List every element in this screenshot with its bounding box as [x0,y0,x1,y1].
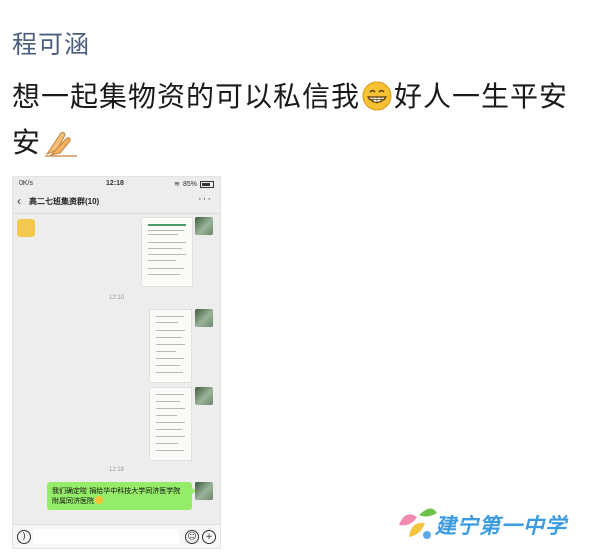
chat-title-bar: ‹ 高二七班集资群(10) ··· [13,191,220,214]
voice-icon[interactable]: ) [17,530,31,544]
watermark-text: 建宁第一中学 [435,514,567,538]
text-message-bubble[interactable]: 我们确定啦 捐给华中科技大学同济医学院附属同济医院 [47,482,196,510]
message-text: 我们确定啦 捐给华中科技大学同济医学院附属同济医院 [52,487,181,505]
grinning-face-icon [95,496,103,504]
more-options-icon[interactable]: ··· [198,193,212,205]
chat-title: 高二七班集资群(10) [29,197,100,206]
sender-avatar[interactable] [195,309,213,327]
timestamp: 12:18 [108,467,124,473]
battery-icon [200,180,214,188]
sender-avatar[interactable] [195,482,213,500]
image-message[interactable] [149,309,192,383]
chat-input-bar: ) ☺ + [13,524,220,548]
post-text-part2: 好人一生平安 [394,80,569,113]
post-text: 想一起集物资的可以私信我 好人一生平安安 [12,74,592,166]
sender-avatar[interactable] [195,217,213,235]
left-avatar[interactable] [17,219,35,237]
author-name[interactable]: 程可涵 [12,25,90,61]
battery-percent: 85% [182,180,197,188]
timestamp: 12:10 [108,295,124,301]
message-input[interactable] [33,529,179,544]
chat-screenshot: 0K/s 12:18 ≋ 85% ‹ 高二七班集资群(10) ··· 12:10 [12,176,221,549]
post-text-part1: 想一起集物资的可以私信我 [12,80,361,113]
status-bar: 0K/s 12:18 ≋ 85% [13,177,220,191]
image-message[interactable] [141,217,193,287]
grinning-face-icon [362,81,392,111]
wifi-icon: ≋ [174,181,180,188]
back-arrow-icon[interactable]: ‹ [17,194,21,208]
sender-avatar[interactable] [195,387,213,405]
image-message[interactable] [149,387,192,461]
add-icon[interactable]: + [202,530,216,544]
post-text-continuation: 安 [12,126,42,159]
status-time: 12:18 [106,180,124,187]
emoji-icon[interactable]: ☺ [185,530,199,544]
signal-speed: 0K/s [19,180,34,187]
folded-hands-icon [45,131,78,157]
